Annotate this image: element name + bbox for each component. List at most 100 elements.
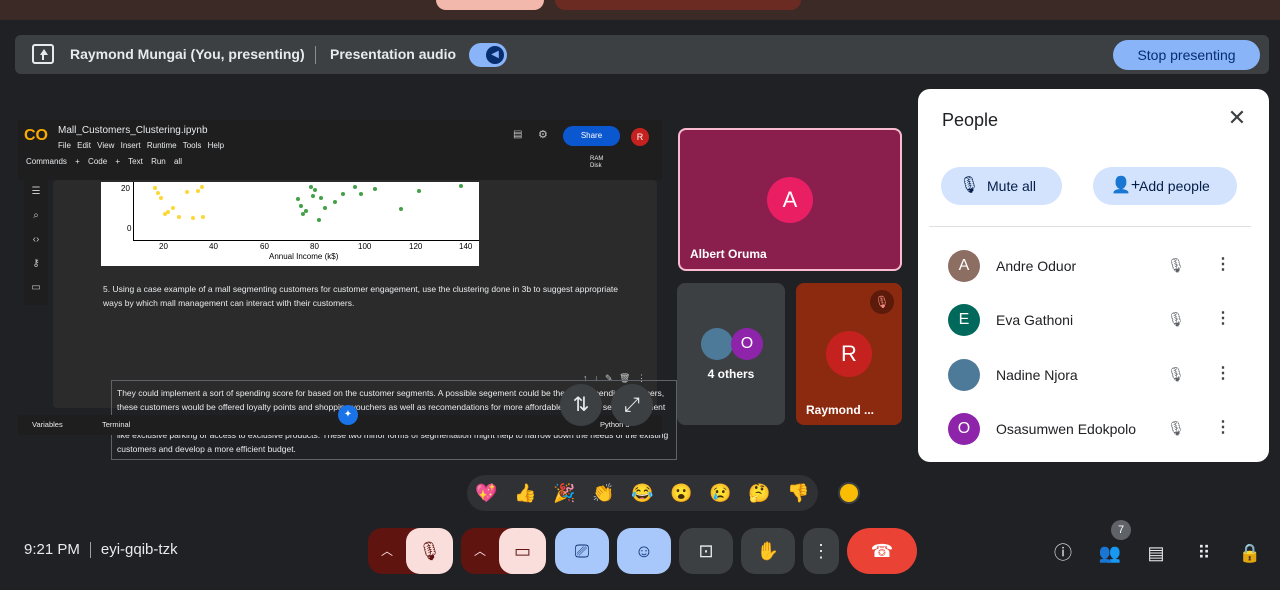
- presentation-audio-toggle[interactable]: ◀: [469, 43, 507, 67]
- video-options-chevron-icon[interactable]: ︿: [461, 528, 499, 574]
- video-control-group: ︿ ▭: [461, 528, 546, 574]
- mic-off-icon[interactable]: 🎙: [1164, 362, 1188, 386]
- people-icon[interactable]: 👥: [1090, 533, 1130, 573]
- reaction-thumbs-up[interactable]: 👍: [514, 481, 536, 505]
- skin-tone-button[interactable]: [838, 482, 860, 504]
- code-icon: ‹›: [32, 234, 40, 245]
- reaction-party[interactable]: 🎉: [553, 481, 575, 505]
- plot-point: [166, 210, 170, 214]
- present-screen-button[interactable]: ⎚: [555, 528, 609, 574]
- previous-toast-strip: [0, 0, 1280, 20]
- mic-off-icon[interactable]: 🎙: [1164, 416, 1188, 440]
- avatar: E: [948, 304, 980, 336]
- person-name: Osasumwen Edokpolo: [996, 421, 1137, 437]
- reaction-clap[interactable]: 👏: [592, 481, 614, 505]
- terminal-tab: Terminal: [102, 420, 131, 429]
- key-icon: ⚷: [32, 258, 40, 269]
- menu-runtime: Runtime: [146, 141, 177, 150]
- raise-hand-button[interactable]: ✋: [741, 528, 795, 574]
- plot-point: [459, 184, 463, 188]
- plot-point: [191, 216, 195, 220]
- more-options-icon[interactable]: ⋮: [1213, 253, 1233, 277]
- plot-point: [171, 206, 175, 210]
- reaction-laugh[interactable]: 😂: [631, 481, 653, 505]
- mic-off-icon[interactable]: 🎙: [406, 528, 453, 574]
- reaction-thinking[interactable]: 🤔: [748, 481, 770, 505]
- plot-point: [323, 206, 327, 210]
- plot-point: [353, 185, 357, 189]
- plot-point: [156, 191, 160, 195]
- plot-point: [201, 215, 205, 219]
- avatar: [701, 328, 733, 360]
- emoji-reaction-button[interactable]: ☺: [617, 528, 671, 574]
- meeting-time: 9:21 PM: [24, 541, 80, 558]
- participant-name: Albert Oruma: [690, 247, 767, 261]
- chat-icon[interactable]: ▤: [1136, 533, 1176, 573]
- close-icon[interactable]: ✕: [1225, 106, 1249, 130]
- more-options-icon[interactable]: ⋮: [1213, 307, 1233, 331]
- fullscreen-button[interactable]: ⤢: [611, 384, 653, 426]
- participant-tile-albert[interactable]: A Albert Oruma: [678, 128, 902, 271]
- people-list: A Andre Oduor 🎙 ⋮ E Eva Gathoni 🎙 ⋮ Nadi…: [929, 226, 1251, 462]
- toc-icon: ☰: [31, 186, 41, 197]
- plot-points: [101, 182, 479, 242]
- plot-point: [177, 215, 181, 219]
- plot-point: [299, 204, 303, 208]
- leave-call-button[interactable]: ☎: [847, 528, 917, 574]
- x-tick: 140: [459, 242, 473, 251]
- captions-button[interactable]: ⊡: [679, 528, 733, 574]
- plot-point: [196, 189, 200, 193]
- divider: [89, 542, 91, 559]
- plot-point: [311, 194, 315, 198]
- more-options-icon[interactable]: ⋮: [1213, 416, 1233, 440]
- audio-options-chevron-icon[interactable]: ︿: [368, 528, 406, 574]
- add-people-label: Add people: [1139, 178, 1210, 194]
- variables-tab: Variables: [32, 420, 63, 429]
- colab-share-button: Share: [563, 126, 620, 146]
- menu-edit: Edit: [77, 141, 91, 150]
- plot-point: [296, 197, 300, 201]
- reaction-sad[interactable]: 😢: [709, 481, 731, 505]
- plot-point: [313, 188, 317, 192]
- participant-tile-raymond[interactable]: 🎙 R Raymond ...: [796, 283, 902, 425]
- gear-icon: ⚙: [538, 129, 548, 141]
- host-controls-icon[interactable]: 🔒: [1230, 533, 1270, 573]
- colab-avatar: R: [631, 128, 649, 146]
- others-tile[interactable]: O 4 others: [677, 283, 785, 425]
- add-people-button[interactable]: 👤+ Add people: [1093, 167, 1237, 205]
- reaction-heart[interactable]: 💖: [475, 481, 497, 505]
- run-all-button: Run all: [151, 157, 182, 166]
- shared-screen[interactable]: CO Mall_Customers_Clustering.ipynb File …: [18, 120, 677, 460]
- menu-file: File: [58, 141, 71, 150]
- reaction-thumbs-down[interactable]: 👎: [787, 481, 809, 505]
- person-name: Eva Gathoni: [996, 312, 1074, 328]
- plot-point: [333, 200, 337, 204]
- info-icon[interactable]: ⓘ: [1043, 533, 1083, 573]
- reaction-surprised[interactable]: 😮: [670, 481, 692, 505]
- more-options-icon[interactable]: ⋮: [1213, 362, 1233, 386]
- list-item[interactable]: A Andre Oduor 🎙 ⋮: [929, 239, 1251, 293]
- add-text-button: + Text: [115, 157, 143, 166]
- list-item[interactable]: Nadine Njora 🎙 ⋮: [929, 348, 1251, 402]
- menu-insert: Insert: [120, 141, 141, 150]
- x-tick: 20: [159, 242, 168, 251]
- more-options-button[interactable]: ⋮: [803, 528, 839, 574]
- mic-off-icon[interactable]: 🎙: [1164, 253, 1188, 277]
- toast-pill: [436, 0, 544, 10]
- colab-menu: File Edit View Insert Runtime Tools Help: [58, 141, 224, 150]
- list-item[interactable]: O Osasumwen Edokpolo 🎙 ⋮: [929, 402, 1251, 456]
- plot-point: [159, 196, 163, 200]
- mute-all-button[interactable]: 🎙 Mute all: [941, 167, 1062, 205]
- audio-control-group: ︿ 🎙: [368, 528, 453, 574]
- mic-off-icon[interactable]: 🎙: [1164, 307, 1188, 331]
- avatar: A: [767, 177, 813, 223]
- plot-point: [200, 185, 204, 189]
- list-item[interactable]: E Eva Gathoni 🎙 ⋮: [929, 293, 1251, 347]
- x-tick: 100: [358, 242, 372, 251]
- reorder-layout-button[interactable]: ⇅: [560, 384, 602, 426]
- stop-presenting-button[interactable]: Stop presenting: [1113, 40, 1260, 70]
- speaker-icon: ◀: [486, 46, 504, 64]
- menu-tools: Tools: [182, 141, 202, 150]
- camera-off-icon[interactable]: ▭: [499, 528, 546, 574]
- activities-icon[interactable]: ⠿: [1184, 533, 1224, 573]
